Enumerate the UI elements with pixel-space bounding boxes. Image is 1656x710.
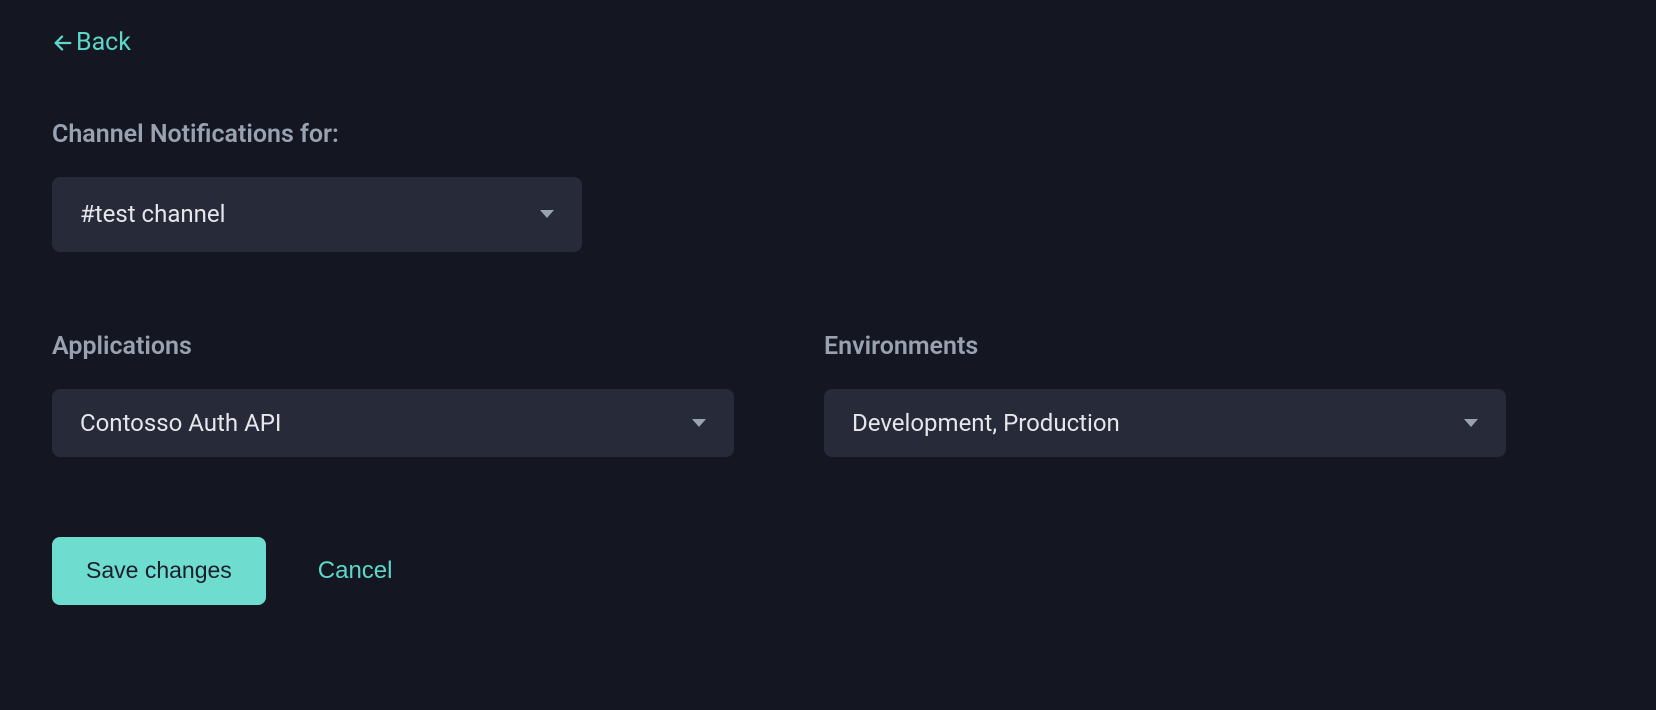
channel-select-value: #test channel bbox=[80, 200, 225, 228]
environments-label: Environments bbox=[824, 332, 1506, 361]
environments-select[interactable]: Development, Production bbox=[824, 389, 1506, 457]
channel-select[interactable]: #test channel bbox=[52, 177, 582, 252]
applications-label: Applications bbox=[52, 332, 734, 361]
applications-select[interactable]: Contosso Auth API bbox=[52, 389, 734, 457]
applications-select-value: Contosso Auth API bbox=[80, 409, 281, 437]
chevron-down-icon bbox=[540, 210, 554, 218]
back-link[interactable]: Back bbox=[52, 28, 131, 57]
arrow-left-icon bbox=[52, 32, 74, 54]
channel-label: Channel Notifications for: bbox=[52, 120, 1604, 149]
chevron-down-icon bbox=[692, 419, 706, 427]
back-label: Back bbox=[76, 28, 131, 57]
environments-select-value: Development, Production bbox=[852, 409, 1120, 437]
chevron-down-icon bbox=[1464, 419, 1478, 427]
save-button[interactable]: Save changes bbox=[52, 537, 266, 605]
cancel-button[interactable]: Cancel bbox=[318, 557, 393, 585]
